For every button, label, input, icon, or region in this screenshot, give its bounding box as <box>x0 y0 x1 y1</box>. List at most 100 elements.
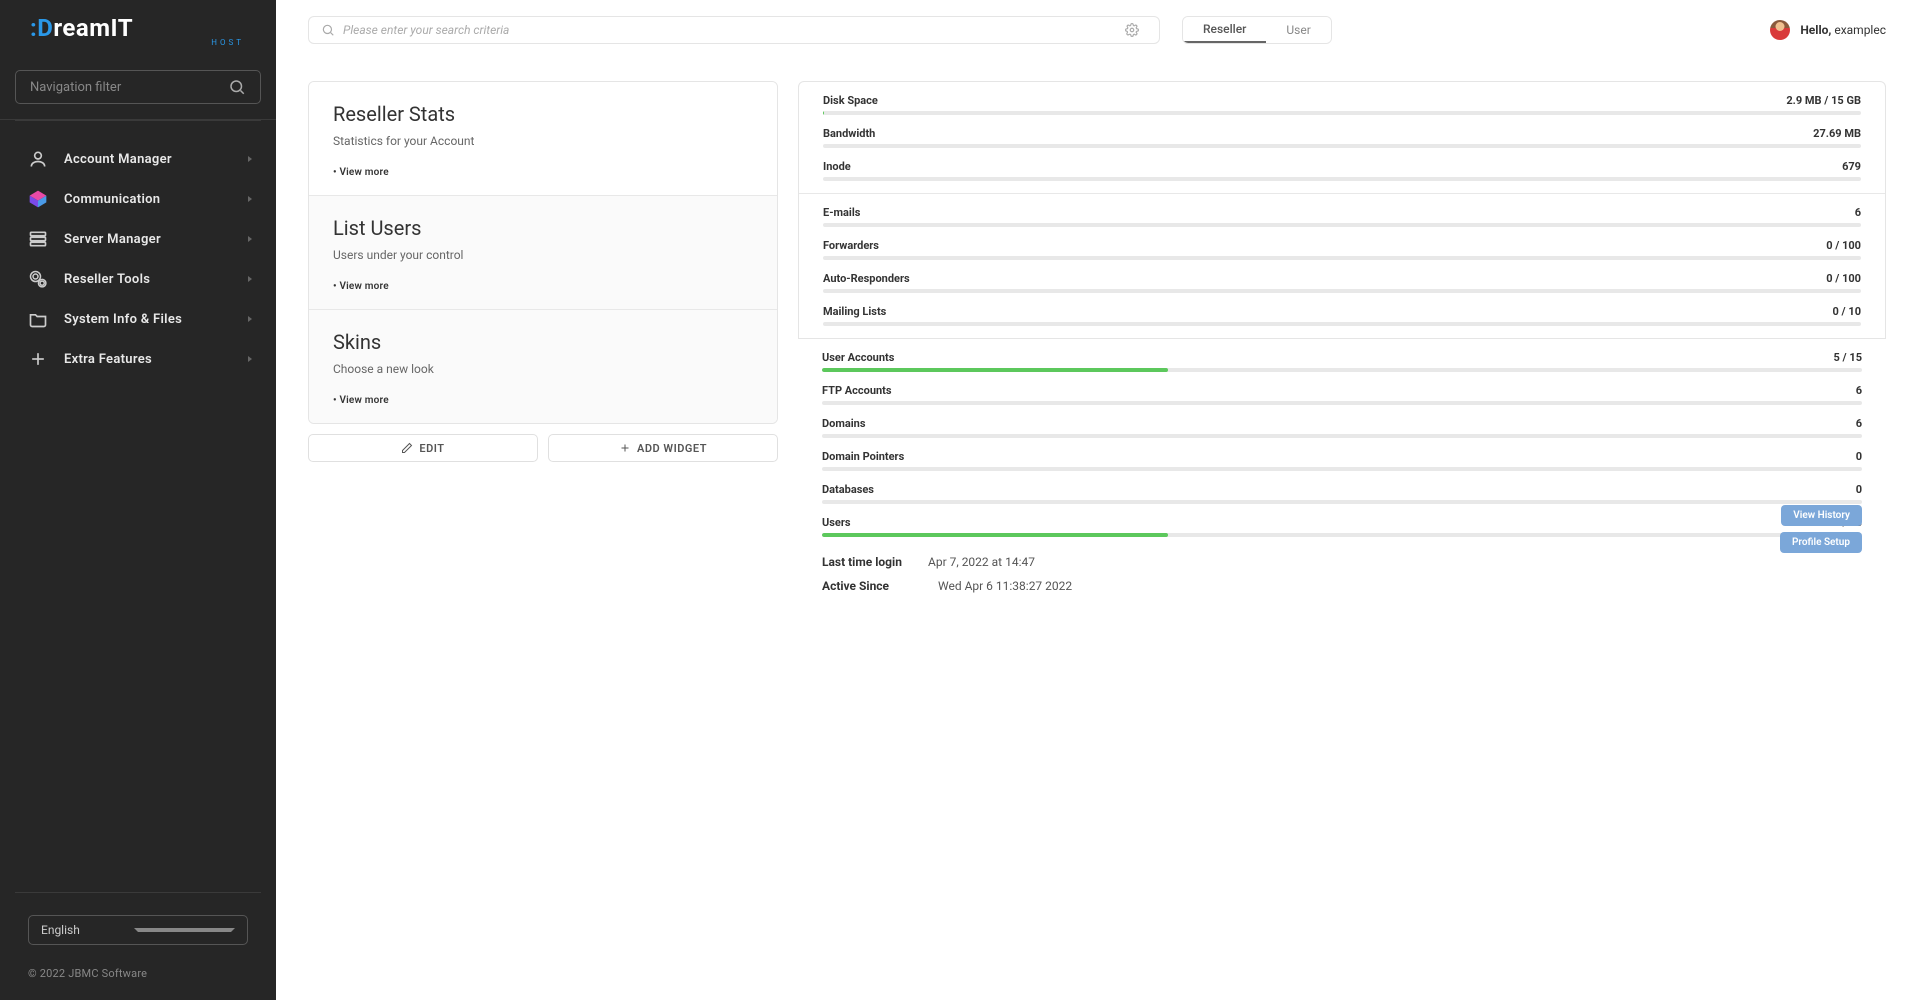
progress-bar <box>822 434 1862 438</box>
stat-label: User Accounts <box>822 351 894 364</box>
active-since-label: Active Since <box>822 579 922 593</box>
stat-label: Domain Pointers <box>822 450 904 463</box>
progress-bar <box>822 467 1862 471</box>
search-box[interactable] <box>308 16 1160 44</box>
progress-bar <box>823 111 1861 115</box>
logo-accent: :D <box>30 14 53 42</box>
progress-bar <box>823 322 1861 326</box>
stat-label: Databases <box>822 483 874 496</box>
widget-title: Skins <box>333 330 753 354</box>
stat-label: E-mails <box>823 206 860 219</box>
stat-row: Bandwidth27.69 MB <box>799 121 1885 154</box>
folder-icon <box>28 309 48 329</box>
stat-label: Users <box>822 516 851 529</box>
gear-icon[interactable] <box>1125 23 1139 37</box>
chevron-left-icon <box>248 196 252 202</box>
chevron-left-icon <box>248 276 252 282</box>
stat-row: Disk Space 2.9 MB / 15 GB <box>799 88 1885 121</box>
stat-label: Inode <box>823 160 851 173</box>
divider <box>15 892 261 893</box>
stat-row: Domain Pointers 0 <box>798 444 1886 477</box>
sidebar-item-label: Server Manager <box>64 232 248 247</box>
logo: :DreamIT HOST <box>0 0 276 55</box>
sidebar-item-system-info-files[interactable]: System Info & Files <box>0 299 276 339</box>
pencil-icon <box>401 442 413 454</box>
stat-value: 0 / 10 <box>1833 305 1861 318</box>
stat-row: Auto-Responders 0 / 100 <box>799 266 1885 299</box>
stat-value: 0 <box>1856 483 1862 496</box>
widget-card[interactable]: List UsersUsers under your controlView m… <box>309 195 777 309</box>
nav-filter[interactable] <box>15 70 261 104</box>
stat-label: Domains <box>822 417 866 430</box>
sidebar-item-account-manager[interactable]: Account Manager <box>0 139 276 179</box>
sidebar-item-label: Reseller Tools <box>64 272 248 287</box>
progress-bar <box>822 401 1862 405</box>
stat-label: Disk Space <box>823 94 878 107</box>
add-label: ADD WIDGET <box>637 442 707 455</box>
role-reseller[interactable]: Reseller <box>1183 17 1266 43</box>
progress-bar <box>823 144 1861 148</box>
stat-value: 6 <box>1855 206 1861 219</box>
sidebar-item-communication[interactable]: Communication <box>0 179 276 219</box>
sidebar-item-extra-features[interactable]: Extra Features <box>0 339 276 379</box>
profile-setup-button[interactable]: Profile Setup <box>1780 532 1862 553</box>
progress-bar <box>822 500 1862 504</box>
nav-filter-input[interactable] <box>30 80 228 95</box>
stat-value: 0 <box>1856 450 1862 463</box>
sidebar-item-server-manager[interactable]: Server Manager <box>0 219 276 259</box>
stat-row: User Accounts 5 / 15 <box>798 345 1886 378</box>
copyright: © 2022 JBMC Software <box>28 967 248 980</box>
widget-card[interactable]: SkinsChoose a new lookView more <box>309 309 777 423</box>
view-history-button[interactable]: View History <box>1781 505 1862 526</box>
role-user[interactable]: User <box>1266 17 1330 43</box>
stat-value: 679 <box>1842 160 1861 173</box>
edit-label: EDIT <box>419 442 444 455</box>
stats-section-3: User Accounts 5 / 15 FTP Accounts 6Domains 6… <box>798 339 1886 543</box>
main: Reseller User Hello, examplec Reseller S… <box>276 0 1918 1000</box>
greeting: Hello, examplec <box>1800 23 1886 37</box>
role-switch: Reseller User <box>1182 16 1332 44</box>
chevron-left-icon <box>248 156 252 162</box>
stat-row: Users5 / 15 <box>798 510 1886 543</box>
chevron-left-icon <box>248 356 252 362</box>
stat-row: E-mails 6 <box>799 200 1885 233</box>
stat-value: 6 <box>1856 417 1862 430</box>
stat-value: 2.9 MB / 15 GB <box>1786 94 1861 107</box>
chevron-left-icon <box>248 236 252 242</box>
plus-icon <box>28 349 48 369</box>
stat-value: 0 / 100 <box>1826 272 1861 285</box>
gear-icon <box>28 269 48 289</box>
edit-button[interactable]: EDIT <box>308 434 538 462</box>
stat-label: Bandwidth <box>823 127 875 140</box>
stat-value: 0 / 100 <box>1826 239 1861 252</box>
last-login-value: Apr 7, 2022 at 14:47 <box>928 555 1035 569</box>
view-more-link[interactable]: View more <box>333 281 389 292</box>
stat-value: 5 / 15 <box>1834 351 1862 364</box>
search-input[interactable] <box>343 23 1125 37</box>
last-login-label: Last time login <box>822 555 922 569</box>
widget-card[interactable]: Reseller Stats Statistics for your Accoun… <box>309 82 777 195</box>
stat-row: Inode 679 <box>799 154 1885 187</box>
sidebar-item-label: Communication <box>64 192 248 207</box>
progress-bar <box>823 256 1861 260</box>
widget-desc: Users under your control <box>333 248 753 262</box>
widgets-panel: Reseller Stats Statistics for your Accoun… <box>308 81 778 424</box>
progress-bar <box>823 177 1861 181</box>
widget-desc: Statistics for your Account <box>333 134 753 148</box>
sidebar-item-reseller-tools[interactable]: Reseller Tools <box>0 259 276 299</box>
stat-label: Auto-Responders <box>823 272 910 285</box>
stat-row: Mailing Lists 0 / 10 <box>799 299 1885 332</box>
stat-row: Domains 6 <box>798 411 1886 444</box>
stat-label: FTP Accounts <box>822 384 892 397</box>
stat-label: Mailing Lists <box>823 305 886 318</box>
language-select[interactable]: English <box>28 915 248 945</box>
login-info: Last time login Apr 7, 2022 at 14:47 Act… <box>798 543 1886 607</box>
widget-title: Reseller Stats <box>333 102 753 126</box>
user-block[interactable]: Hello, examplec <box>1770 20 1886 40</box>
add-widget-button[interactable]: ADD WIDGET <box>548 434 778 462</box>
nav-menu: Account Manager Communication Server Manag… <box>0 131 276 892</box>
caret-down-icon <box>134 928 235 932</box>
progress-bar <box>823 223 1861 227</box>
view-more-link[interactable]: View more <box>333 167 389 178</box>
view-more-link[interactable]: View more <box>333 395 389 406</box>
